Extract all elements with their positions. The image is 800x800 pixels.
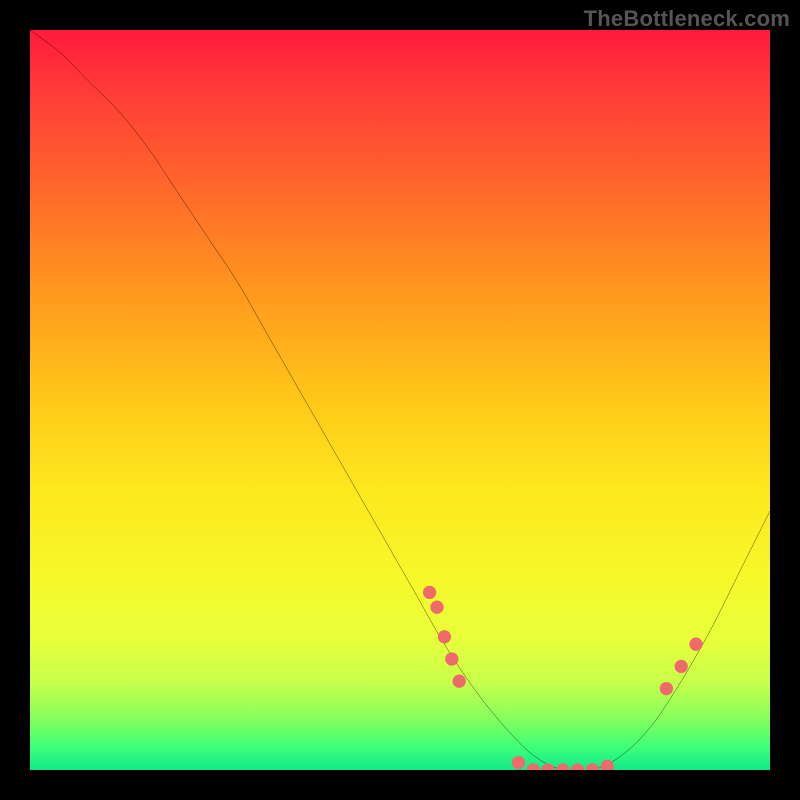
marker-dot	[430, 601, 443, 614]
marker-dot	[453, 675, 466, 688]
marker-dot	[438, 630, 451, 643]
watermark-label: TheBottleneck.com	[584, 6, 790, 32]
marker-dot	[571, 763, 584, 770]
marker-dot	[689, 638, 702, 651]
marker-dot	[423, 586, 436, 599]
marker-group	[423, 586, 703, 770]
marker-dot	[660, 682, 673, 695]
curve-svg	[30, 30, 770, 770]
marker-dot	[512, 756, 525, 769]
marker-dot	[586, 763, 599, 770]
curve-path	[30, 30, 770, 770]
marker-dot	[445, 652, 458, 665]
marker-dot	[541, 763, 554, 770]
marker-dot	[556, 763, 569, 770]
marker-dot	[601, 760, 614, 770]
chart-frame: TheBottleneck.com	[0, 0, 800, 800]
plot-area	[30, 30, 770, 770]
marker-dot	[527, 763, 540, 770]
marker-dot	[675, 660, 688, 673]
